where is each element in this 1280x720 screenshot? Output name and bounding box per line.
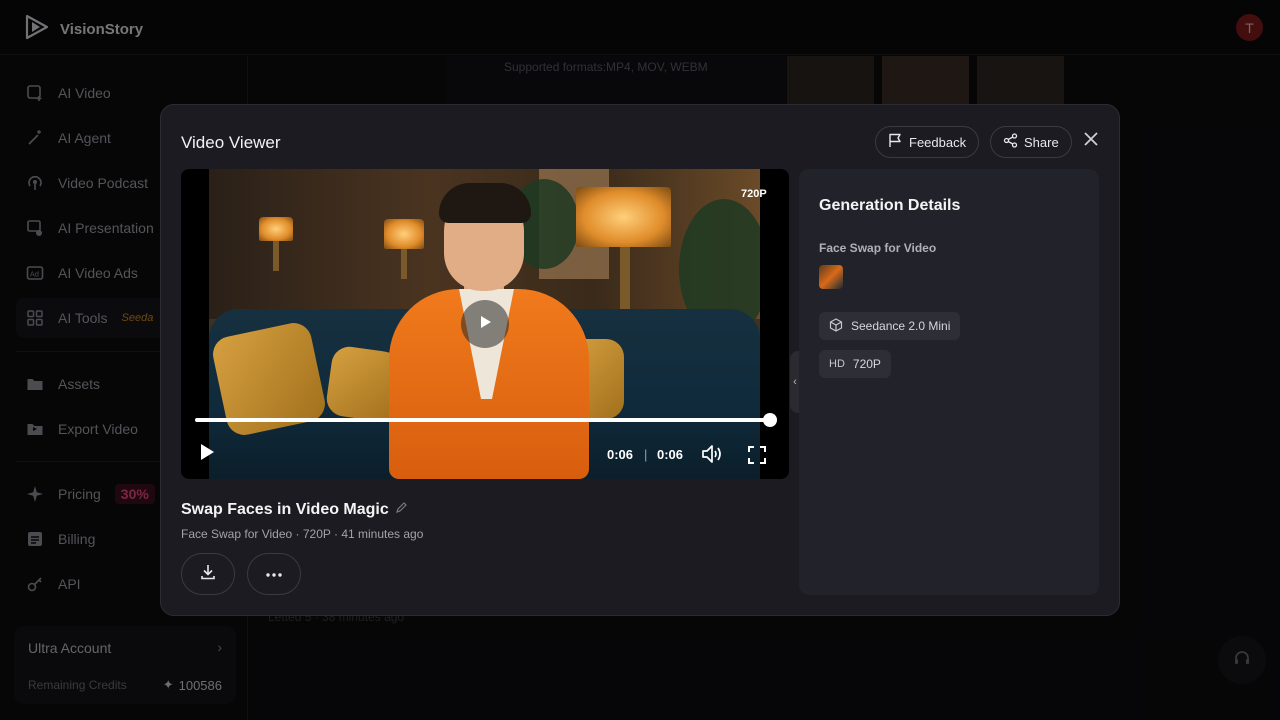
- share-button[interactable]: Share: [990, 126, 1072, 158]
- video-meta: Face Swap for Video · 720P · 41 minutes …: [181, 527, 424, 541]
- share-label: Share: [1024, 134, 1059, 150]
- current-time: 0:06: [607, 447, 634, 462]
- model-chip: Seedance 2.0 Mini: [819, 312, 961, 340]
- generation-details-panel: Generation Details Face Swap for Video S…: [799, 169, 1099, 595]
- volume-icon: [701, 445, 725, 469]
- model-name: Seedance 2.0 Mini: [851, 319, 951, 333]
- video-viewer-modal: Video Viewer Feedback Share 720P 0:06 | …: [160, 104, 1120, 616]
- duration: 0:06: [657, 447, 684, 462]
- feedback-label: Feedback: [909, 134, 967, 150]
- close-button[interactable]: [1081, 131, 1101, 151]
- share-icon: [1003, 133, 1018, 151]
- fullscreen-icon: [747, 446, 767, 469]
- chevron-left-icon: ‹: [793, 376, 797, 388]
- play-icon: [199, 443, 215, 466]
- feedback-button[interactable]: Feedback: [875, 126, 980, 158]
- edit-pencil-icon[interactable]: [395, 501, 408, 519]
- progress-handle[interactable]: [763, 413, 777, 427]
- modal-title: Video Viewer: [181, 133, 281, 152]
- video-title: Swap Faces in Video Magic: [181, 501, 389, 518]
- details-heading: Generation Details: [819, 197, 961, 214]
- download-button[interactable]: [181, 553, 235, 595]
- center-play-button[interactable]: [461, 300, 509, 348]
- video-player[interactable]: 720P 0:06 | 0:06: [181, 169, 789, 479]
- play-icon: [476, 313, 494, 336]
- details-tool-name: Face Swap for Video: [819, 241, 937, 255]
- quality-value: 720P: [852, 357, 881, 371]
- fullscreen-button[interactable]: [747, 445, 767, 470]
- quality-chip: HD 720P: [819, 350, 891, 378]
- flag-icon: [888, 133, 903, 151]
- progress-bar[interactable]: [195, 418, 771, 422]
- video-title-row: Swap Faces in Video Magic: [181, 501, 408, 519]
- play-button[interactable]: [197, 443, 217, 465]
- time-separator: |: [644, 447, 648, 462]
- more-options-button[interactable]: [247, 553, 301, 595]
- resolution-tag: 720P: [741, 188, 767, 200]
- source-thumbnail[interactable]: [819, 265, 843, 289]
- close-icon: [1084, 131, 1098, 151]
- volume-button[interactable]: [701, 443, 725, 470]
- cube-icon: [829, 317, 843, 335]
- download-icon: [199, 563, 217, 586]
- more-dots-icon: [265, 565, 283, 583]
- hd-badge: HD: [829, 358, 845, 370]
